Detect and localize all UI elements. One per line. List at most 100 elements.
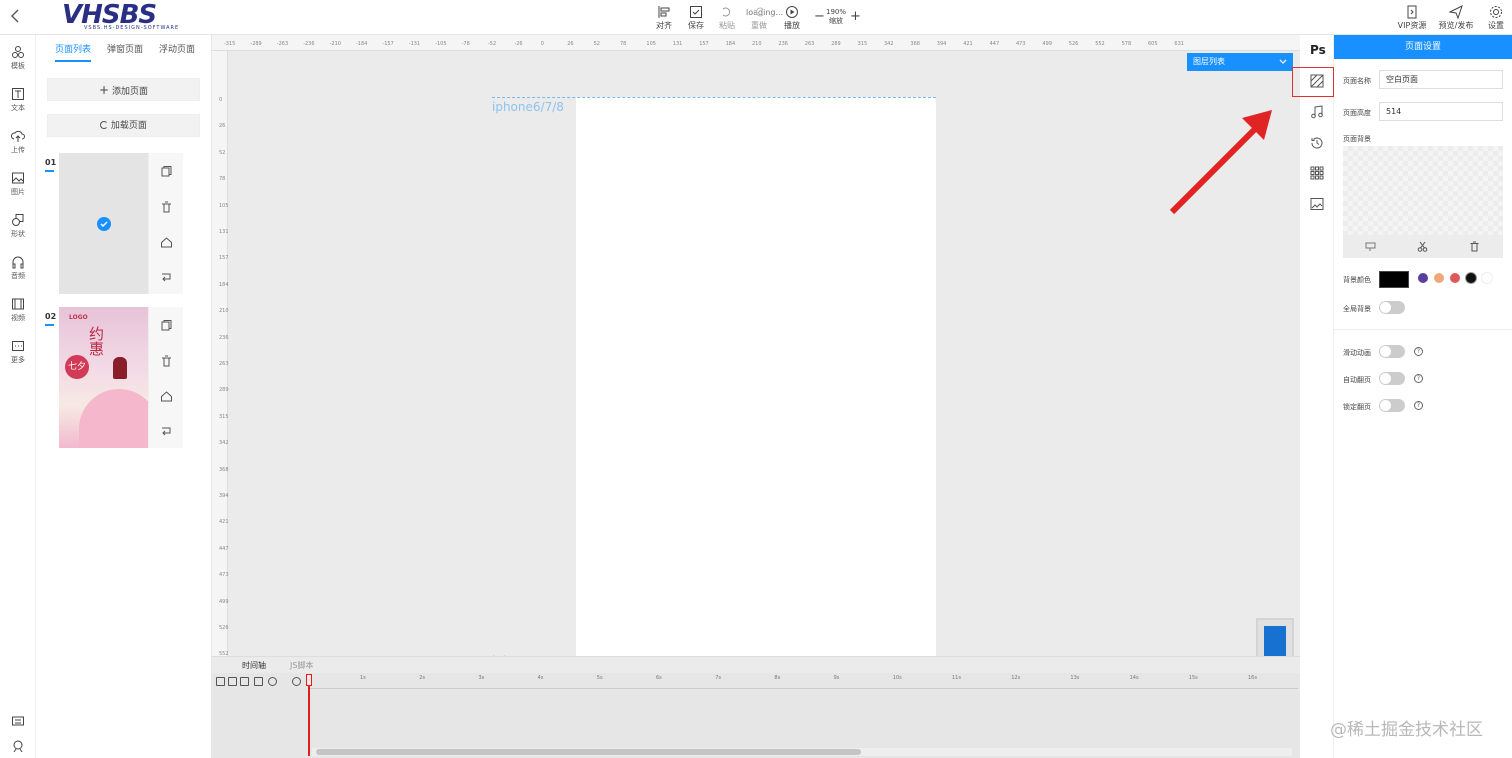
ruler-tick-label: -236 <box>303 41 315 47</box>
timeline-second-label: 4s <box>537 675 544 681</box>
auto-flip-label: 自动翻页 <box>1343 376 1371 384</box>
home-icon[interactable] <box>160 390 173 403</box>
ruler-tick-label: 368 <box>219 466 229 473</box>
nav-audio[interactable]: 音频 <box>0 251 36 285</box>
global-background-label: 全局背景 <box>1343 305 1371 313</box>
ruler-tick-label: 131 <box>219 229 229 235</box>
settings-button[interactable]: 设置 <box>1484 5 1508 31</box>
vip-resources-button[interactable]: VIP资源 <box>1396 5 1428 31</box>
timeline-scrollbar[interactable] <box>312 748 1292 756</box>
nav-template[interactable]: 模板 <box>0 41 36 75</box>
delete-icon[interactable] <box>160 201 173 214</box>
auto-flip-toggle[interactable] <box>1379 372 1405 385</box>
poster-logo: LOGO <box>69 314 88 321</box>
ruler-tick-label: -105 <box>435 41 447 47</box>
nav-template-label: 模板 <box>11 62 25 70</box>
nav-upload[interactable]: 上传 <box>0 125 36 159</box>
device-top-guide <box>492 97 936 98</box>
timeline-ungroup-icon[interactable] <box>254 677 263 686</box>
background-color-picker[interactable] <box>1379 271 1409 288</box>
paint-icon[interactable] <box>1365 241 1376 252</box>
help-icon[interactable]: ? <box>1414 347 1423 356</box>
design-canvas[interactable]: -315 -289 -263 -236 -210 -184 -157 -131 -105 -78 -… <box>212 35 1300 675</box>
nav-more[interactable]: 更多 <box>0 335 36 369</box>
trash-icon[interactable] <box>1469 241 1480 252</box>
copy-icon[interactable] <box>160 165 173 178</box>
nav-shape[interactable]: 形状 <box>0 209 36 243</box>
nav-image[interactable]: 图片 <box>0 167 36 201</box>
timeline-group-icon[interactable] <box>240 677 249 686</box>
save-button[interactable]: 保存 <box>683 5 709 31</box>
page-settings-panel: 页面设置 页面名称 页面高度 页面背景 背景颜色 全局背景 滑动动画 ? 自动翻… <box>1334 35 1512 758</box>
zoom-in-button[interactable]: + <box>850 9 861 24</box>
help-icon[interactable]: ? <box>1414 401 1423 410</box>
delete-icon[interactable] <box>160 355 173 368</box>
ruler-tick-label: -78 <box>461 41 470 47</box>
music-icon[interactable] <box>1309 104 1325 120</box>
timeline-copy-icon[interactable] <box>228 677 237 686</box>
scissors-icon[interactable] <box>1417 241 1428 252</box>
global-background-toggle[interactable] <box>1379 301 1405 314</box>
poster-badge: 七夕 <box>65 355 89 379</box>
timeline-second-label: 6s <box>656 675 662 681</box>
page-thumbnail-01[interactable] <box>59 153 148 294</box>
ruler-tick-label: 0 <box>219 97 223 103</box>
ruler-tick-label: 263 <box>219 361 229 367</box>
color-swatch-peach[interactable] <box>1434 273 1444 283</box>
timeline-second-label: 16s <box>1248 675 1257 681</box>
color-swatch-black[interactable] <box>1466 273 1476 283</box>
page-name-input[interactable] <box>1379 70 1503 89</box>
color-swatch-red[interactable] <box>1450 273 1460 283</box>
history-icon[interactable] <box>1309 135 1325 151</box>
help-icon[interactable]: ? <box>1414 374 1423 383</box>
nav-text[interactable]: 文本 <box>0 83 36 117</box>
page-artboard[interactable] <box>576 97 936 673</box>
page-height-input[interactable] <box>1379 102 1503 121</box>
back-arrow-icon[interactable] <box>10 8 26 26</box>
grid-icon[interactable] <box>1309 165 1325 181</box>
align-icon <box>658 6 670 18</box>
image-icon[interactable] <box>1309 196 1325 212</box>
timeline-add-icon[interactable] <box>268 677 277 686</box>
preview-publish-button[interactable]: 预览/发布 <box>1438 5 1474 31</box>
playhead-handle[interactable] <box>306 674 312 686</box>
nav-help[interactable] <box>0 735 36 755</box>
poster-dress <box>79 389 148 448</box>
lock-flip-toggle[interactable] <box>1379 399 1405 412</box>
color-swatch-white[interactable] <box>1482 273 1492 283</box>
tab-floating-pages[interactable]: 浮动页面 <box>159 42 195 62</box>
lock-flip-label: 锁定翻页 <box>1343 403 1371 411</box>
ruler-tick-label: 52 <box>593 41 600 47</box>
tab-js-script[interactable]: JS脚本 <box>290 660 313 671</box>
tab-page-list[interactable]: 页面列表 <box>55 42 92 62</box>
page-thumbnail-02[interactable]: LOGO 约惠 七夕 <box>59 307 148 448</box>
photoshop-icon[interactable]: Ps <box>1310 43 1326 57</box>
timeline-play-icon[interactable] <box>292 677 301 686</box>
home-icon[interactable] <box>160 236 173 249</box>
align-button[interactable]: 对齐 <box>651 5 677 31</box>
redo-button[interactable]: 重做 <box>746 5 772 31</box>
ruler-tick-label: -157 <box>382 41 394 47</box>
page-actions-01 <box>148 153 183 294</box>
timeline-delete-icon[interactable] <box>216 677 225 686</box>
tab-popup-pages[interactable]: 弹窗页面 <box>107 42 143 62</box>
ruler-tick-label: 499 <box>1042 41 1052 47</box>
redo-label: 重做 <box>751 21 767 30</box>
paste-button[interactable]: 粘贴 <box>714 5 740 31</box>
ruler-tick-label: 78 <box>219 176 226 183</box>
nav-video[interactable]: 视频 <box>0 293 36 327</box>
timeline-playhead[interactable] <box>308 674 310 756</box>
nav-keyboard[interactable] <box>0 711 36 729</box>
red-arrow-annotation <box>1169 110 1272 215</box>
tab-timeline[interactable]: 时间轴 <box>242 660 266 671</box>
move-page-icon[interactable] <box>160 271 173 284</box>
play-button[interactable]: 播放 <box>779 5 805 31</box>
layer-list-dropdown[interactable]: 图层列表 <box>1187 53 1293 71</box>
load-page-button[interactable]: 加载页面 <box>47 114 200 137</box>
move-page-icon[interactable] <box>160 425 173 438</box>
copy-icon[interactable] <box>160 319 173 332</box>
add-page-button[interactable]: + 添加页面 <box>47 78 200 101</box>
color-swatch-purple[interactable] <box>1418 273 1428 283</box>
slide-animation-toggle[interactable] <box>1379 345 1405 358</box>
scrollbar-thumb[interactable] <box>316 749 861 755</box>
